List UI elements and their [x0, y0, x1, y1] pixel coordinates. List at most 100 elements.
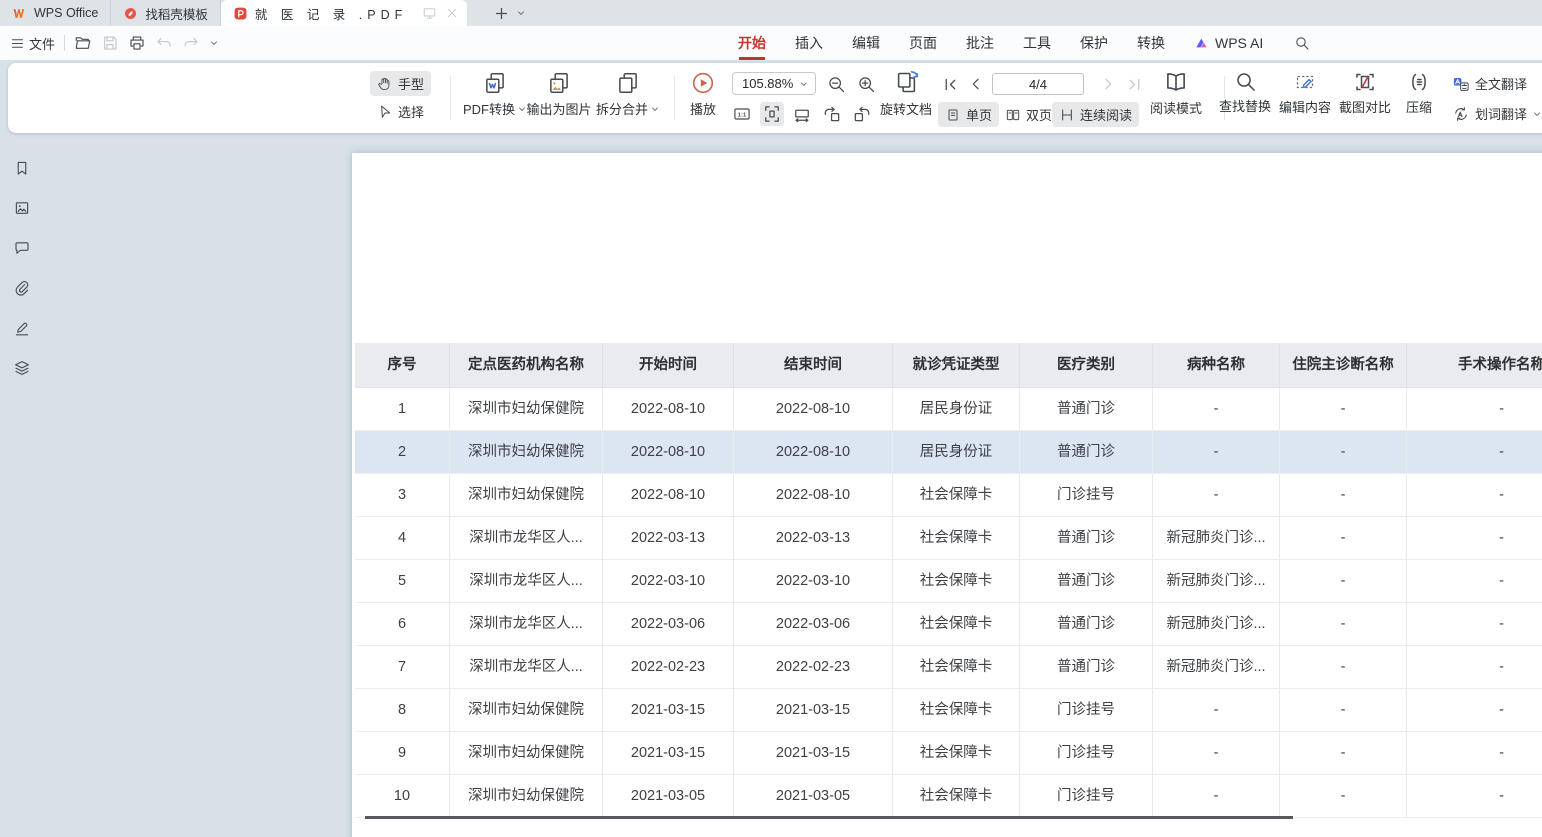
split-merge-label: 拆分合并: [596, 99, 648, 118]
zoom-level-dropdown[interactable]: 105.88%: [732, 72, 816, 95]
select-tool-button[interactable]: 选择: [370, 99, 431, 124]
rotate-document-button[interactable]: 旋转文档: [870, 69, 942, 118]
table-cell: -: [1153, 775, 1280, 818]
rotate-document-label: 旋转文档: [880, 99, 932, 118]
bookmark-icon[interactable]: [13, 159, 31, 177]
edit-content-button[interactable]: 编辑内容: [1272, 70, 1338, 116]
wps-pdf-window: { "tab_bar": { "tabs": [ { "label": "WPS…: [0, 0, 1542, 837]
tab-label: 就 医 记 录 .PDF: [255, 4, 407, 23]
table-header-row: 序号定点医药机构名称开始时间结束时间就诊凭证类型医疗类别病种名称住院主诊断名称手…: [355, 343, 1542, 388]
edit-content-icon: [1293, 70, 1317, 94]
comment-icon[interactable]: [13, 239, 31, 257]
next-page-button[interactable]: [1096, 72, 1120, 96]
split-merge-icon: [615, 70, 641, 96]
table-cell: 2022-03-06: [734, 603, 893, 646]
tab-edit[interactable]: 编辑: [852, 26, 880, 60]
table-cell: 2: [355, 431, 450, 474]
monitor-icon[interactable]: [422, 6, 437, 21]
table-cell: -: [1280, 560, 1407, 603]
find-replace-button[interactable]: 查找替换: [1212, 70, 1278, 115]
table-cell: -: [1280, 646, 1407, 689]
tab-convert[interactable]: 转换: [1137, 26, 1165, 60]
tab-wps-office[interactable]: WPS Office: [0, 0, 111, 26]
tab-docer-templates[interactable]: 找稻壳模板: [111, 0, 221, 26]
table-cell: 深圳市妇幼保健院: [450, 775, 603, 818]
tab-insert[interactable]: 插入: [795, 26, 823, 60]
read-mode-button[interactable]: 阅读模式: [1144, 69, 1208, 117]
tab-document-pdf[interactable]: 就 医 记 录 .PDF: [221, 0, 467, 26]
word-translate-label: 划词翻译: [1475, 104, 1527, 123]
tab-page[interactable]: 页面: [909, 26, 937, 60]
save-icon[interactable]: [101, 34, 119, 52]
tab-annotate[interactable]: 批注: [966, 26, 994, 60]
column-header: 结束时间: [734, 343, 893, 388]
table-cell: 社会保障卡: [893, 560, 1020, 603]
side-panel-bar: [0, 133, 44, 837]
table-cell: -: [1280, 517, 1407, 560]
compress-icon: [1407, 70, 1431, 94]
pdf-page[interactable]: 序号定点医药机构名称开始时间结束时间就诊凭证类型医疗类别病种名称住院主诊断名称手…: [352, 153, 1542, 837]
table-cell: 普通门诊: [1020, 560, 1153, 603]
divider: [64, 35, 65, 51]
compress-button[interactable]: 压缩: [1398, 70, 1440, 116]
print-icon[interactable]: [128, 34, 146, 52]
word-translate-button[interactable]: 划词翻译: [1450, 101, 1542, 126]
read-mode-icon: [1163, 69, 1189, 95]
tab-tools[interactable]: 工具: [1023, 26, 1051, 60]
screenshot-compare-button[interactable]: 截图对比: [1332, 70, 1398, 116]
table-cell: 2022-03-06: [603, 603, 734, 646]
open-file-icon[interactable]: [74, 34, 92, 52]
file-menu-button[interactable]: 文件: [10, 34, 55, 53]
page-number-input[interactable]: [992, 73, 1084, 95]
last-page-button[interactable]: [1122, 72, 1146, 96]
first-page-button[interactable]: [938, 72, 962, 96]
undo-history-chevron-icon[interactable]: [209, 38, 219, 48]
export-image-button[interactable]: 输出为图片: [520, 70, 598, 118]
wps-ai-button[interactable]: WPS AI: [1194, 35, 1263, 51]
attachment-icon[interactable]: [13, 279, 31, 297]
rotate-left-button[interactable]: [820, 102, 844, 126]
table-cell: 深圳市妇幼保健院: [450, 388, 603, 431]
table-cell: 居民身份证: [893, 431, 1020, 474]
table-cell: 深圳市妇幼保健院: [450, 689, 603, 732]
layers-icon[interactable]: [13, 359, 31, 377]
split-merge-button[interactable]: 拆分合并: [588, 70, 668, 118]
table-row: 8深圳市妇幼保健院2021-03-152021-03-15社会保障卡门诊挂号--…: [355, 689, 1542, 732]
actual-size-button[interactable]: [730, 102, 754, 126]
table-row: 3深圳市妇幼保健院2022-08-102022-08-10社会保障卡门诊挂号--…: [355, 474, 1542, 517]
fit-page-button[interactable]: [760, 102, 784, 126]
tab-home[interactable]: 开始: [738, 26, 766, 60]
single-page-button[interactable]: 单页: [938, 102, 999, 127]
annotate-pen-icon[interactable]: [13, 319, 31, 337]
table-row: 1深圳市妇幼保健院2022-08-102022-08-10居民身份证普通门诊--…: [355, 388, 1542, 431]
continuous-reading-button[interactable]: 连续阅读: [1052, 102, 1139, 127]
read-mode-label: 阅读模式: [1150, 98, 1202, 117]
hand-tool-button[interactable]: 手型: [370, 71, 431, 96]
thumbnail-icon[interactable]: [13, 199, 31, 217]
play-button[interactable]: 播放: [678, 70, 728, 118]
table-cell: -: [1153, 431, 1280, 474]
continuous-reading-icon: [1059, 107, 1075, 123]
previous-page-button[interactable]: [964, 72, 988, 96]
tab-list-chevron-icon[interactable]: [516, 8, 526, 18]
table-cell: 2022-03-13: [603, 517, 734, 560]
fit-width-button[interactable]: [790, 102, 814, 126]
table-cell: -: [1280, 732, 1407, 775]
table-cell: 2022-03-13: [734, 517, 893, 560]
table-cell: 社会保障卡: [893, 689, 1020, 732]
edit-content-label: 编辑内容: [1279, 97, 1331, 116]
search-icon[interactable]: [1294, 35, 1310, 51]
screenshot-compare-icon: [1353, 70, 1377, 94]
tab-protect[interactable]: 保护: [1080, 26, 1108, 60]
table-cell: -: [1280, 474, 1407, 517]
undo-icon[interactable]: [155, 34, 173, 52]
table-cell: 2022-08-10: [603, 474, 734, 517]
table-row-highlighted: 2深圳市妇幼保健院2022-08-102022-08-10居民身份证普通门诊--…: [355, 431, 1542, 474]
table-cell: 2022-02-23: [734, 646, 893, 689]
redo-icon[interactable]: [182, 34, 200, 52]
new-tab-plus-icon[interactable]: [493, 5, 510, 22]
close-tab-icon[interactable]: [445, 6, 459, 20]
zoom-out-button[interactable]: [824, 72, 848, 96]
table-cell: 门诊挂号: [1020, 732, 1153, 775]
full-text-translate-button[interactable]: 全文翻译: [1450, 71, 1542, 96]
